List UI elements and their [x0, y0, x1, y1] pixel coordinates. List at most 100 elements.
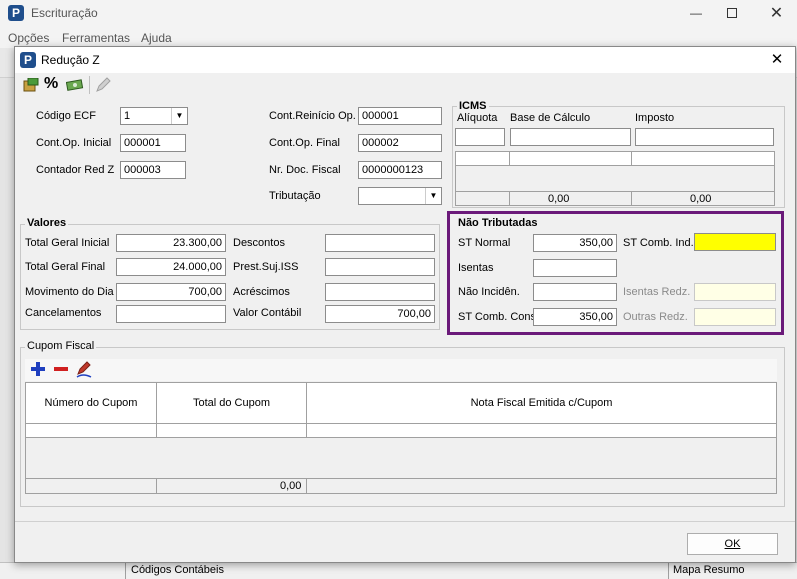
contador-red-z-label: Contador Red Z	[36, 164, 115, 176]
main-window-title: Escrituração	[31, 6, 98, 20]
nao-tributadas-legend: Não Tributadas	[458, 217, 538, 229]
menu-ajuda[interactable]: Ajuda	[141, 31, 172, 45]
chevron-down-icon[interactable]: ▼	[425, 188, 441, 204]
ok-button-label: OK	[724, 538, 741, 550]
dialog-logo-icon: P	[20, 52, 36, 68]
cupom-grid[interactable]: Número do Cupom Total do Cupom Nota Fisc…	[25, 382, 777, 494]
base-calculo-input[interactable]	[510, 128, 631, 146]
status-divider	[125, 563, 126, 579]
money-bill-icon[interactable]	[65, 79, 84, 91]
percent-icon[interactable]: %	[44, 75, 58, 93]
maximize-icon	[727, 8, 737, 18]
outras-redz-label: Outras Redz.	[623, 311, 688, 323]
cont-op-inicial-label: Cont.Op. Inicial	[36, 137, 112, 149]
st-normal-input[interactable]: 350,00	[533, 234, 617, 252]
cont-op-final-input[interactable]: 000002	[358, 134, 442, 152]
codigo-ecf-label: Código ECF	[36, 110, 96, 122]
acrescimos-label: Acréscimos	[233, 286, 290, 298]
total-geral-inicial-input[interactable]: 23.300,00	[116, 234, 226, 252]
movimento-dia-label: Movimento do Dia	[25, 286, 114, 298]
valores-legend: Valores	[25, 217, 69, 229]
grid-col-divider	[306, 424, 307, 438]
reducao-z-dialog: P Redução Z ✕ % Código ECF 1 ▼ Cont.Op. …	[14, 46, 796, 563]
aliquota-input[interactable]	[455, 128, 505, 146]
status-mapa-resumo: Mapa Resumo	[673, 564, 745, 576]
valor-contabil-label: Valor Contábil	[233, 307, 302, 319]
grid-col-divider	[509, 192, 510, 206]
nao-incidencia-input[interactable]	[533, 283, 617, 301]
dialog-toolbar: %	[15, 73, 795, 97]
grid-col-divider	[509, 152, 510, 166]
cont-op-inicial-input[interactable]: 000001	[120, 134, 186, 152]
cancelamentos-label: Cancelamentos	[25, 307, 102, 319]
contador-red-z-input[interactable]: 000003	[120, 161, 186, 179]
menu-opcoes[interactable]: Opções	[8, 31, 49, 45]
total-geral-final-label: Total Geral Final	[25, 261, 106, 273]
grid-col-divider	[156, 424, 157, 438]
icms-grid-row[interactable]	[456, 152, 774, 166]
pencil-icon[interactable]	[95, 77, 111, 93]
isentas-redz-input[interactable]	[694, 283, 776, 301]
edit-pencil-icon[interactable]	[75, 361, 93, 379]
grid-col-divider	[306, 479, 307, 494]
app-logo-icon: P	[8, 5, 24, 21]
status-bar: Códigos Contábeis Mapa Resumo	[0, 562, 797, 579]
nr-doc-fiscal-label: Nr. Doc. Fiscal	[269, 164, 341, 176]
icms-legend: ICMS	[457, 100, 489, 112]
cupom-toolbar	[25, 359, 777, 381]
footer-divider	[15, 521, 795, 522]
dialog-close-button[interactable]: ✕	[763, 49, 791, 71]
col-nota-fiscal[interactable]: Nota Fiscal Emitida c/Cupom	[307, 383, 776, 424]
menu-ferramentas[interactable]: Ferramentas	[62, 31, 130, 45]
cupom-grid-totals: 0,00	[26, 478, 776, 494]
chevron-down-icon[interactable]: ▼	[171, 108, 187, 124]
cupom-grid-row[interactable]	[26, 424, 776, 438]
total-geral-final-input[interactable]: 24.000,00	[116, 258, 226, 276]
nr-doc-fiscal-input[interactable]: 0000000123	[358, 161, 442, 179]
toolbar-separator	[89, 76, 90, 94]
st-comb-cons-label: ST Comb. Cons	[458, 311, 537, 323]
cupom-total-value: 0,00	[280, 480, 302, 492]
dialog-title: Redução Z	[41, 53, 100, 67]
cupom-grid-header: Número do Cupom Total do Cupom Nota Fisc…	[26, 383, 776, 424]
status-divider	[668, 563, 669, 579]
icms-grid[interactable]: 0,00 0,00	[455, 151, 775, 206]
acrescimos-input[interactable]	[325, 283, 435, 301]
codigo-ecf-select[interactable]: 1 ▼	[120, 107, 188, 125]
grid-col-divider	[631, 192, 632, 206]
isentas-input[interactable]	[533, 259, 617, 277]
remove-icon[interactable]	[53, 361, 69, 377]
outras-redz-input[interactable]	[694, 308, 776, 326]
icms-total-base: 0,00	[548, 193, 570, 205]
cupom-fiscal-legend: Cupom Fiscal	[25, 340, 97, 352]
grid-col-divider	[631, 152, 632, 166]
icms-grid-totals: 0,00 0,00	[456, 191, 774, 206]
add-icon[interactable]	[30, 361, 46, 377]
col-total-cupom[interactable]: Total do Cupom	[157, 383, 307, 424]
tributacao-label: Tributação	[269, 190, 321, 202]
dialog-title-bar: P Redução Z ✕	[15, 47, 795, 73]
prest-suj-iss-input[interactable]	[325, 258, 435, 276]
maximize-button[interactable]	[716, 0, 756, 28]
st-comb-cons-input[interactable]: 350,00	[533, 308, 617, 326]
calculator-money-icon[interactable]	[23, 77, 39, 92]
cancelamentos-input[interactable]	[116, 305, 226, 323]
st-comb-ind-input[interactable]	[694, 233, 776, 251]
minimize-button[interactable]: —	[676, 0, 716, 28]
cont-op-final-label: Cont.Op. Final	[269, 137, 340, 149]
isentas-label: Isentas	[458, 262, 494, 274]
descontos-input[interactable]	[325, 234, 435, 252]
col-numero-cupom[interactable]: Número do Cupom	[26, 383, 157, 424]
imposto-label: Imposto	[635, 112, 675, 124]
valor-contabil-input[interactable]: 700,00	[325, 305, 435, 323]
grid-col-divider	[156, 479, 157, 494]
imposto-input[interactable]	[635, 128, 774, 146]
descontos-label: Descontos	[233, 237, 285, 249]
cont-reinicio-op-label: Cont.Reinício Op.	[269, 110, 356, 122]
main-close-button[interactable]: ✕	[756, 0, 797, 28]
ok-button[interactable]: OK	[687, 533, 778, 555]
movimento-dia-input[interactable]: 700,00	[116, 283, 226, 301]
tributacao-select[interactable]: ▼	[358, 187, 442, 205]
st-comb-ind-label: ST Comb. Ind.	[623, 237, 694, 249]
cont-reinicio-op-input[interactable]: 000001	[358, 107, 442, 125]
